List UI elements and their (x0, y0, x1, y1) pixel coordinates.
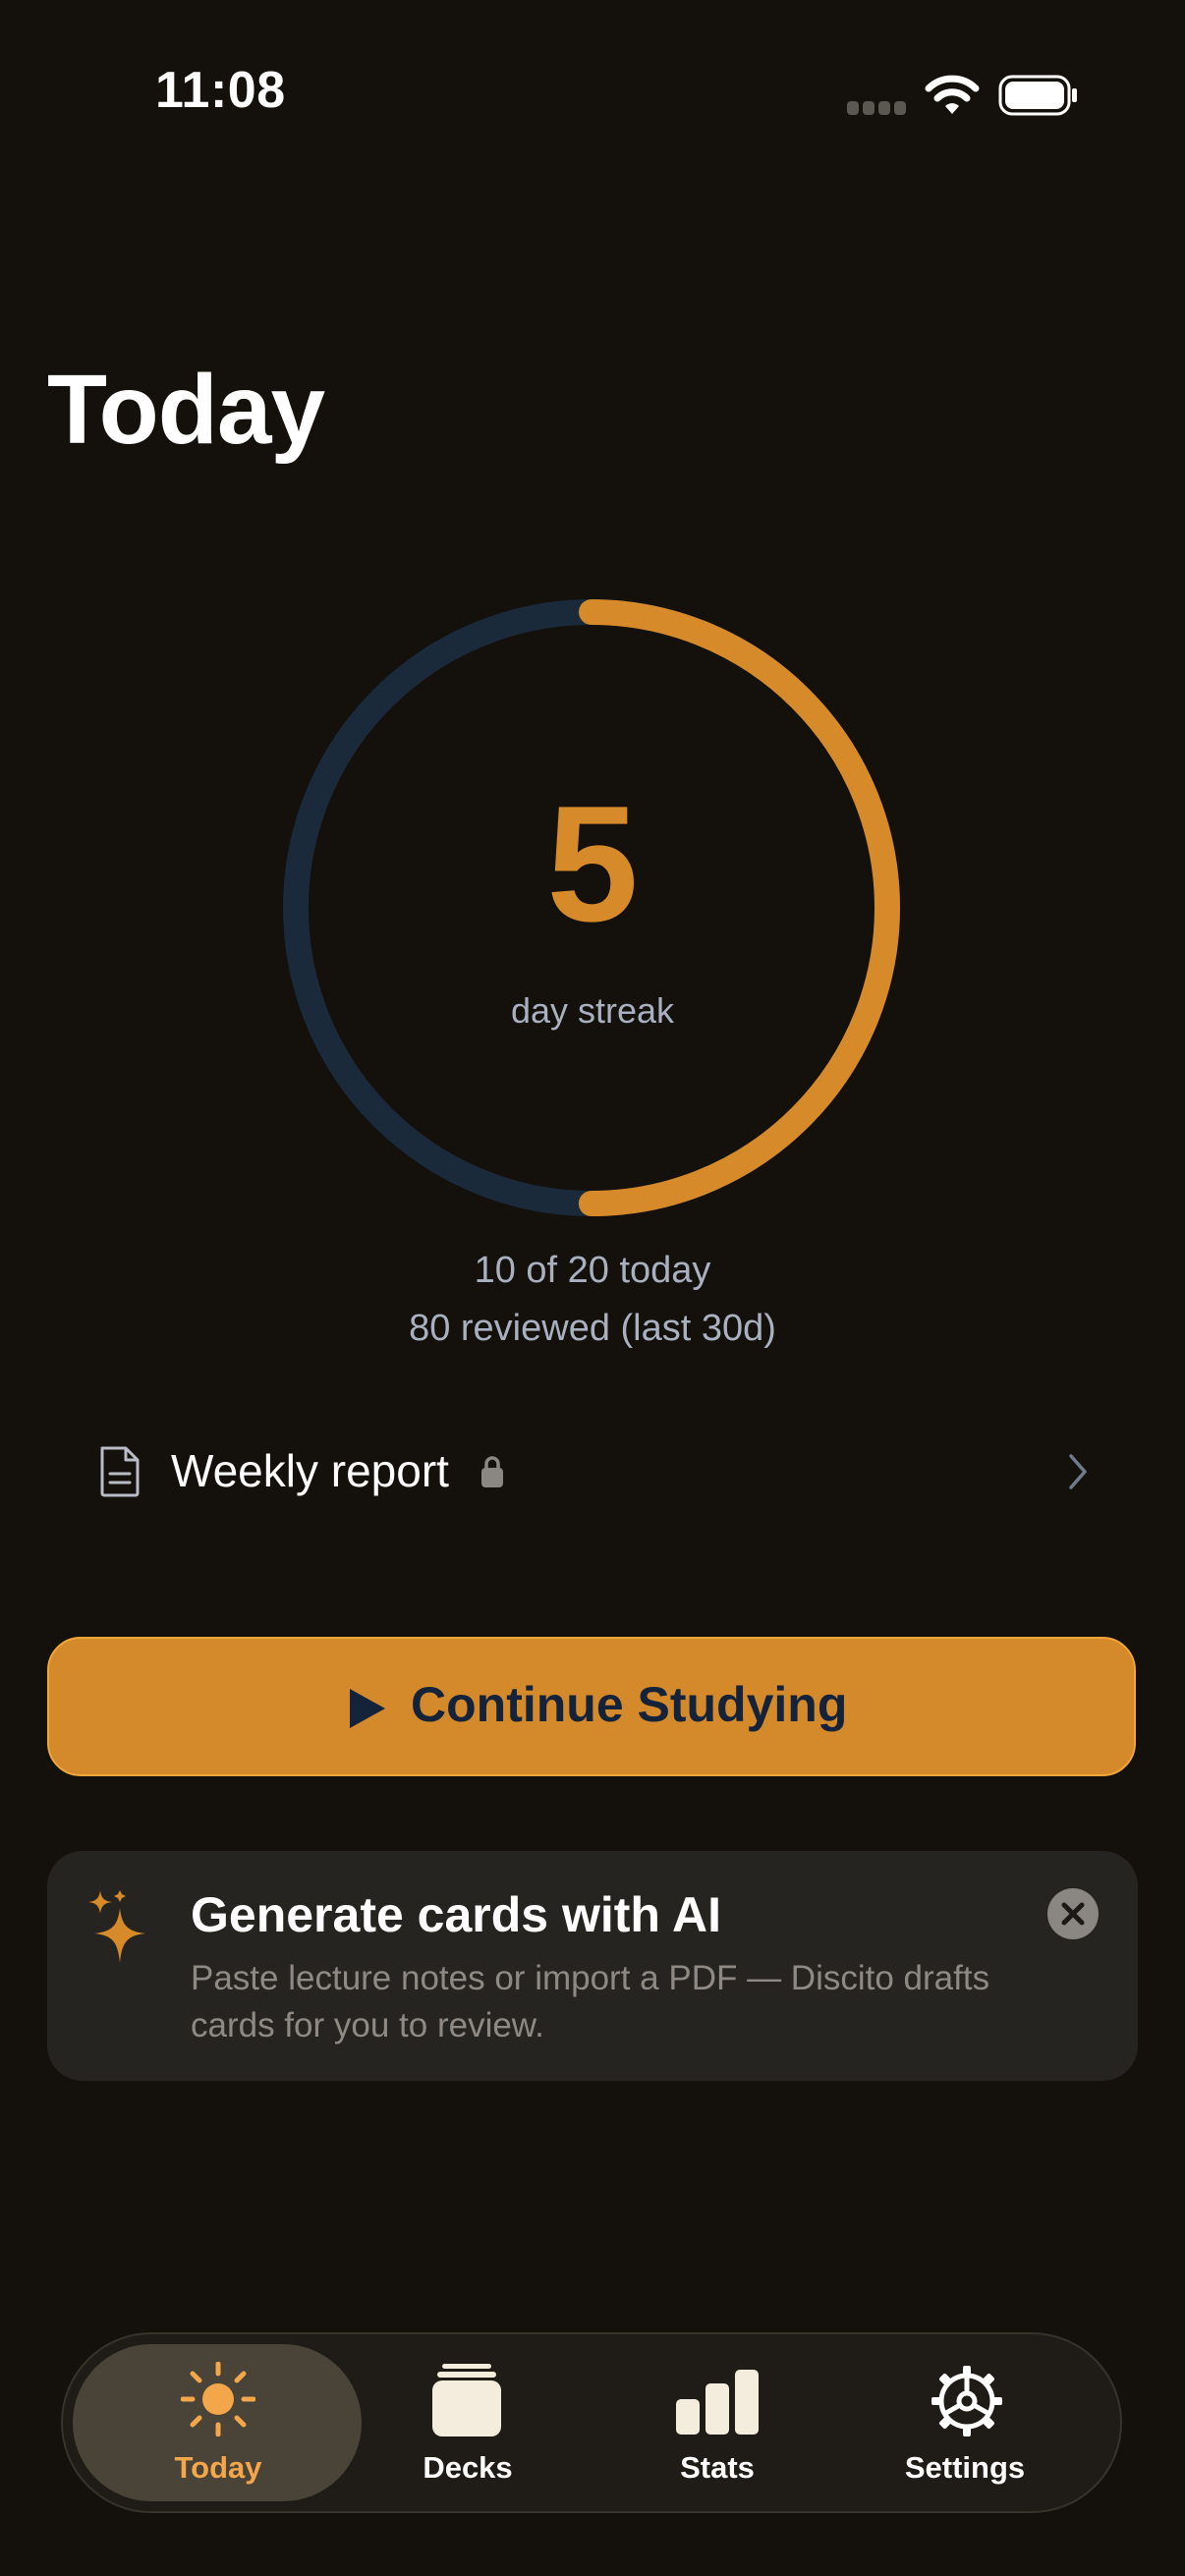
sun-icon (181, 2362, 255, 2436)
stack-icon (432, 2364, 501, 2436)
tab-decks-label: Decks (423, 2450, 513, 2485)
weekly-report-label: Weekly report (171, 1445, 449, 1496)
play-icon (350, 1689, 385, 1728)
streak-label: day streak (510, 990, 675, 1031)
gear-icon (931, 2366, 1002, 2436)
tab-today-label: Today (174, 2450, 262, 2485)
status-time: 11:08 (155, 62, 286, 119)
battery-icon (998, 75, 1077, 116)
streak-number: 5 (546, 771, 639, 956)
cellular-signal-icon (847, 101, 908, 115)
reviewed-count-text: 80 reviewed (last 30d) (409, 1308, 776, 1349)
wifi-icon (925, 75, 980, 114)
dismiss-button[interactable] (1047, 1888, 1099, 1939)
continue-studying-label: Continue Studying (411, 1677, 848, 1732)
page-title: Today (47, 355, 325, 465)
tab-stats-label: Stats (680, 2450, 755, 2485)
lock-icon (481, 1456, 503, 1487)
bar-chart-icon (676, 2370, 759, 2435)
tab-settings-label: Settings (904, 2450, 1026, 2485)
ai-card-description: Paste lecture notes or import a PDF — Di… (191, 1959, 990, 2044)
today-progress-text: 10 of 20 today (474, 1250, 711, 1291)
close-icon (1061, 1902, 1085, 1926)
ai-card-title: Generate cards with AI (191, 1887, 721, 1942)
sparkles-icon (88, 1890, 145, 1963)
document-icon (100, 1446, 140, 1497)
chevron-right-icon (1069, 1454, 1087, 1489)
